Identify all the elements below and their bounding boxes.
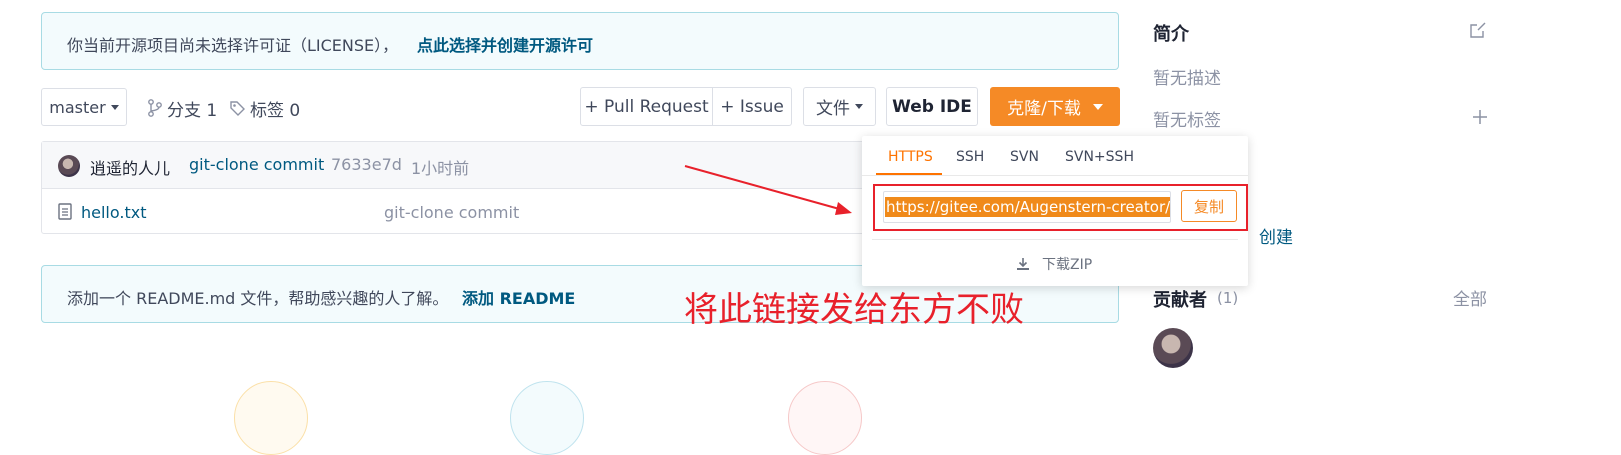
edit-icon[interactable] xyxy=(1468,20,1488,40)
download-icon xyxy=(1017,258,1029,270)
intro-title: 简介 xyxy=(1153,24,1189,45)
issue-button[interactable]: + Issue xyxy=(712,87,792,126)
tab-ssh[interactable]: SSH xyxy=(956,149,984,165)
no-description: 暂无描述 xyxy=(1153,69,1221,89)
tags-link[interactable]: 标签 0 xyxy=(229,96,301,121)
file-icon xyxy=(58,203,72,220)
clone-tabs: HTTPS SSH SVN SVN+SSH xyxy=(862,136,1248,176)
commit-hash[interactable]: 7633e7d xyxy=(331,155,402,174)
clone-download-button[interactable]: 克隆/下载 xyxy=(990,87,1120,126)
choose-license-link[interactable]: 点此选择并创建开源许可 xyxy=(417,32,593,56)
file-name[interactable]: hello.txt xyxy=(81,203,146,222)
annotation-highlight-box xyxy=(873,184,1248,231)
popup-divider xyxy=(872,239,1238,240)
add-readme-link[interactable]: 添加 README xyxy=(462,285,575,309)
feature-circle-blue xyxy=(510,381,584,455)
branch-select[interactable]: master xyxy=(41,88,127,126)
file-commit-message[interactable]: git-clone commit xyxy=(384,203,519,222)
tag-icon xyxy=(230,100,245,116)
commit-message[interactable]: git-clone commit xyxy=(189,155,324,174)
tab-https-underline xyxy=(876,173,942,175)
branches-label: 分支 1 xyxy=(167,100,218,121)
no-tags: 暂无标签 xyxy=(1153,111,1221,131)
files-button-label: 文件 xyxy=(816,99,850,119)
tab-svn[interactable]: SVN xyxy=(1010,149,1039,165)
feature-circle-yellow xyxy=(234,381,308,455)
files-button[interactable]: 文件 xyxy=(803,87,876,126)
license-notice: 你当前开源项目尚未选择许可证（LICENSE）， 点此选择并创建开源许可 xyxy=(41,12,1119,70)
contributor-avatar[interactable] xyxy=(1153,328,1193,368)
contributors-title: 贡献者 xyxy=(1153,290,1207,311)
tags-label: 标签 0 xyxy=(250,100,301,121)
create-link[interactable]: 创建 xyxy=(1259,223,1293,248)
commit-author[interactable]: 逍遥的人儿 xyxy=(90,155,170,179)
all-contributors-link[interactable]: 全部 xyxy=(1453,285,1487,310)
chevron-down-icon xyxy=(110,104,119,110)
feature-circle-red xyxy=(788,381,862,455)
web-ide-button[interactable]: Web IDE xyxy=(886,87,978,126)
tab-svn-ssh[interactable]: SVN+SSH xyxy=(1065,149,1134,165)
download-zip-link[interactable]: 下载ZIP xyxy=(1016,254,1092,274)
branch-select-label: master xyxy=(49,97,106,117)
clone-download-label: 克隆/下载 xyxy=(1007,99,1081,119)
contributors-count: (1) xyxy=(1217,289,1239,307)
branches-link[interactable]: 分支 1 xyxy=(147,96,218,121)
plus-icon[interactable] xyxy=(1471,108,1489,126)
readme-notice-text: 添加一个 README.md 文件，帮助感兴趣的人了解。 xyxy=(67,289,449,308)
license-notice-text: 你当前开源项目尚未选择许可证（LICENSE）， xyxy=(67,36,399,55)
annotation-text: 将此链接发给东方不败 xyxy=(684,290,1024,330)
pull-request-button[interactable]: + Pull Request xyxy=(580,87,713,126)
tab-https[interactable]: HTTPS xyxy=(888,149,933,165)
annotation-arrow xyxy=(684,165,852,215)
chevron-down-icon xyxy=(1092,103,1103,110)
chevron-down-icon xyxy=(855,104,863,109)
commit-time: 1小时前 xyxy=(411,159,470,178)
branch-icon xyxy=(148,99,162,117)
download-zip-label: 下载ZIP xyxy=(1042,257,1093,273)
author-avatar[interactable] xyxy=(58,155,80,177)
